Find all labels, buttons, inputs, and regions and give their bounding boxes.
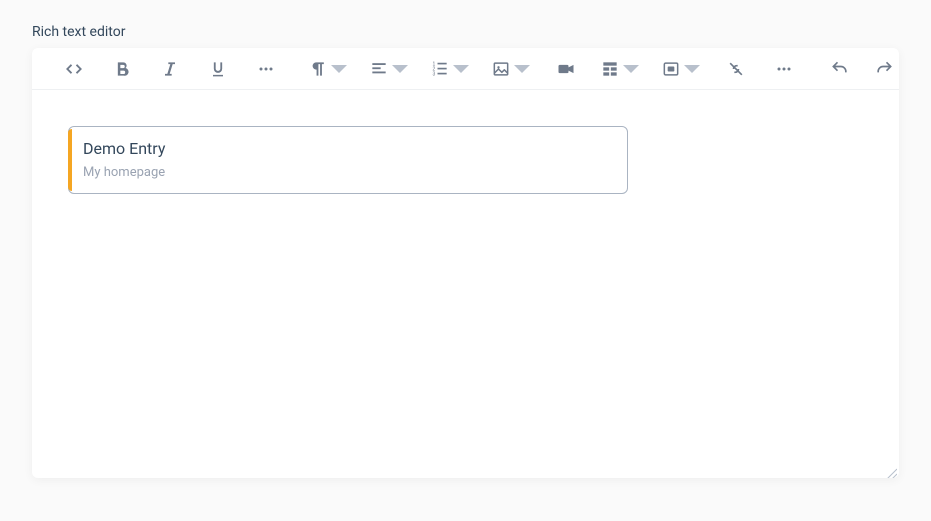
redo-button[interactable]	[866, 51, 899, 87]
insert-video-button[interactable]	[548, 51, 584, 87]
editor-label: Rich text editor	[32, 24, 899, 40]
ellipsis-icon	[256, 59, 276, 79]
toolbar-group-paragraph: 123	[304, 51, 475, 87]
insert-image-button[interactable]	[487, 51, 536, 87]
bold-button[interactable]	[104, 51, 140, 87]
chevron-down-icon	[621, 59, 641, 79]
paragraph-format-button[interactable]	[304, 51, 353, 87]
bold-icon	[112, 59, 132, 79]
resize-handle[interactable]	[885, 464, 897, 476]
link-slash-icon	[726, 59, 746, 79]
entry-subtitle: My homepage	[83, 163, 613, 183]
toolbar-group-insert	[487, 51, 802, 87]
chevron-down-icon	[682, 59, 702, 79]
ordered-list-icon: 123	[430, 59, 450, 79]
code-view-button[interactable]	[56, 51, 92, 87]
chevron-down-icon	[512, 59, 532, 79]
editor-content-area[interactable]: Demo Entry My homepage	[32, 90, 899, 478]
table-icon	[600, 59, 620, 79]
unlink-button[interactable]	[718, 51, 754, 87]
pilcrow-icon	[308, 59, 328, 79]
more-text-button[interactable]	[248, 51, 284, 87]
svg-text:3: 3	[433, 71, 436, 77]
embed-button[interactable]	[657, 51, 706, 87]
rich-text-editor: 123	[32, 48, 899, 478]
chevron-down-icon	[451, 59, 471, 79]
ellipsis-icon	[774, 59, 794, 79]
list-button[interactable]: 123	[426, 51, 475, 87]
video-icon	[556, 59, 576, 79]
undo-button[interactable]	[822, 51, 858, 87]
undo-icon	[830, 59, 850, 79]
chevron-down-icon	[390, 59, 410, 79]
underline-icon	[208, 59, 228, 79]
image-icon	[491, 59, 511, 79]
italic-icon	[160, 59, 180, 79]
toolbar-group-text	[56, 51, 284, 87]
redo-icon	[874, 59, 894, 79]
entry-title: Demo Entry	[83, 137, 613, 161]
code-icon	[64, 59, 84, 79]
underline-button[interactable]	[200, 51, 236, 87]
align-left-icon	[369, 59, 389, 79]
more-rich-button[interactable]	[766, 51, 802, 87]
chevron-down-icon	[329, 59, 349, 79]
resize-icon	[885, 467, 897, 478]
editor-toolbar: 123	[32, 48, 899, 90]
italic-button[interactable]	[152, 51, 188, 87]
toolbar-group-history	[822, 51, 899, 87]
entry-card[interactable]: Demo Entry My homepage	[68, 126, 628, 194]
insert-table-button[interactable]	[596, 51, 645, 87]
align-button[interactable]	[365, 51, 414, 87]
embed-square-icon	[661, 59, 681, 79]
